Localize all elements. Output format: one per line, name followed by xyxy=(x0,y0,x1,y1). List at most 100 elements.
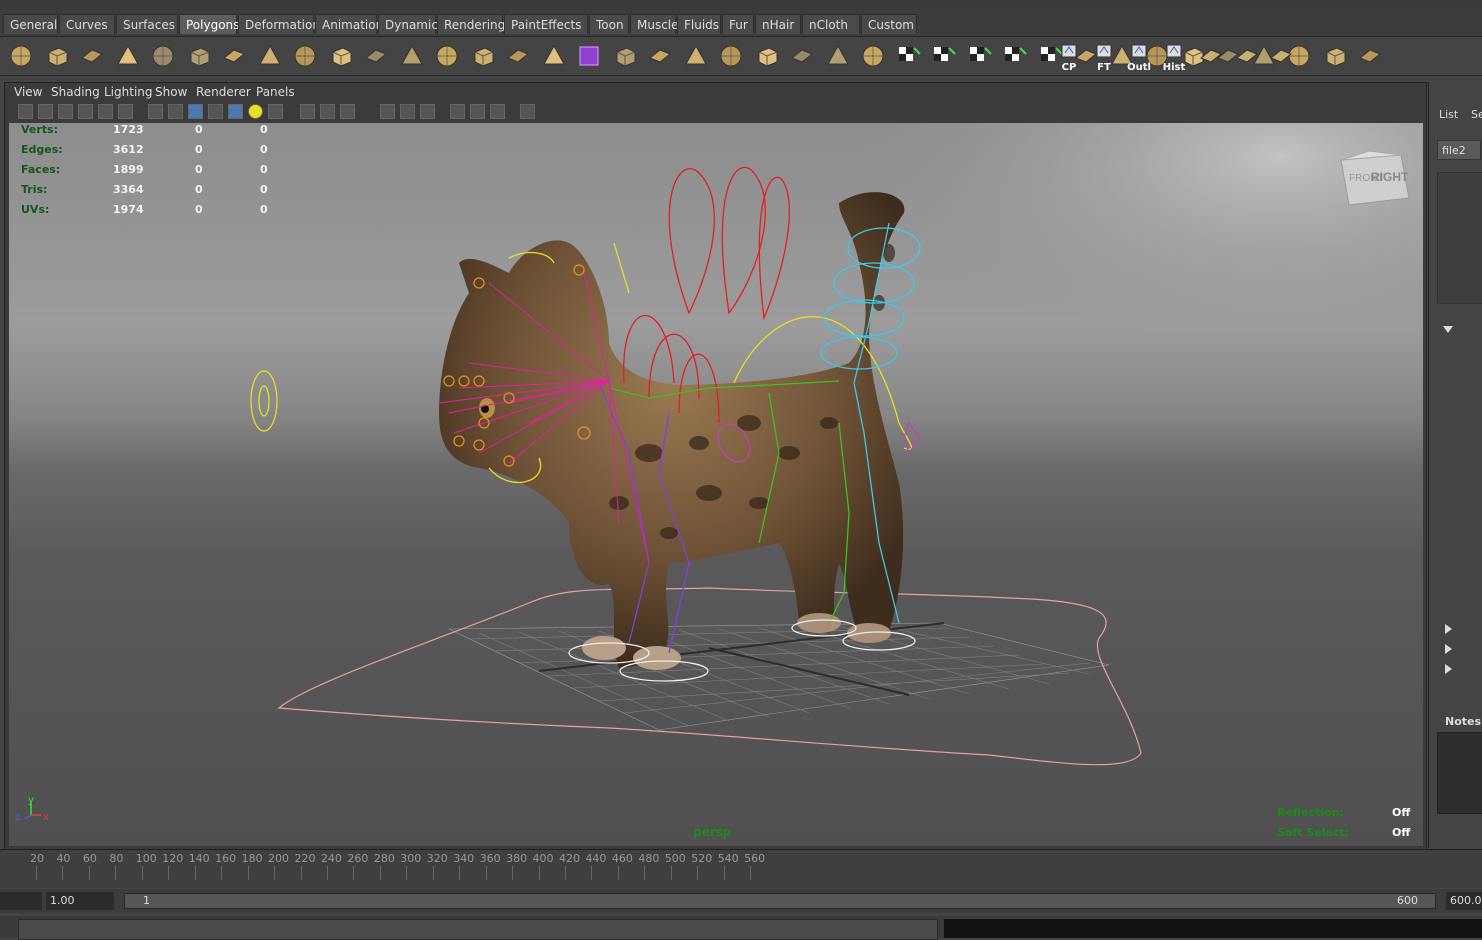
resolution-gate-icon[interactable] xyxy=(148,104,163,119)
image-plane-icon[interactable] xyxy=(78,104,93,119)
list-menu[interactable]: List xyxy=(1439,108,1458,121)
bookmark-icon[interactable] xyxy=(58,104,73,119)
start-time-field[interactable] xyxy=(0,892,42,910)
shelf-tab-rendering[interactable]: Rendering xyxy=(437,14,505,34)
select-only-icon[interactable] xyxy=(450,104,465,119)
bevel-icon[interactable] xyxy=(858,40,888,72)
collapse-arrow-icon[interactable] xyxy=(1443,326,1453,333)
shelf-tab-ncloth[interactable]: nCloth xyxy=(802,14,860,34)
range-end-field[interactable]: 600.00 xyxy=(1446,892,1482,910)
aa-icon[interactable] xyxy=(420,104,435,119)
xray-icon[interactable] xyxy=(300,104,315,119)
cone-icon[interactable] xyxy=(113,40,143,72)
panel-menu-shading[interactable]: Shading xyxy=(51,85,100,99)
file-node-tab[interactable]: file2 xyxy=(1437,140,1481,160)
checker-icon[interactable] xyxy=(1355,40,1385,72)
hist-shelf-button[interactable]: Hist xyxy=(1159,40,1189,73)
boolean-icon[interactable] xyxy=(539,40,569,72)
shelf-tab-toon[interactable]: Toon xyxy=(589,14,629,34)
separate-icon[interactable] xyxy=(361,40,391,72)
wireframe-icon[interactable] xyxy=(168,104,183,119)
expand-arrow-icon[interactable] xyxy=(1445,664,1452,674)
smooth-shade-icon[interactable] xyxy=(188,104,203,119)
wireframe-on-shaded-icon[interactable] xyxy=(208,104,223,119)
shadows-icon[interactable] xyxy=(268,104,283,119)
shelf-tab-painteffects[interactable]: PaintEffects xyxy=(504,14,588,34)
fill-hole-icon[interactable] xyxy=(681,40,711,72)
ao-icon[interactable] xyxy=(380,104,395,119)
append-icon[interactable] xyxy=(645,40,675,72)
uv-layout-icon[interactable] xyxy=(1196,40,1226,72)
collapse-icon[interactable] xyxy=(929,40,959,72)
panel-menu-lighting[interactable]: Lighting xyxy=(104,85,153,99)
perspective-viewport[interactable]: Verts: 1723 0 0 Edges: 3612 0 0 Faces: 1899 0 0 Tris… xyxy=(9,123,1423,846)
insert-edgeloop-icon[interactable] xyxy=(752,40,782,72)
bridge-icon[interactable] xyxy=(610,40,640,72)
camera-attr-icon[interactable] xyxy=(38,104,53,119)
pipe-icon[interactable] xyxy=(255,40,285,72)
panel-menu-show[interactable]: Show xyxy=(155,85,187,99)
smooth-icon[interactable] xyxy=(397,40,427,72)
shelf-tab-fur[interactable]: Fur xyxy=(722,14,754,34)
grid-snap-icon[interactable] xyxy=(1266,40,1296,72)
isolate-icon[interactable] xyxy=(320,104,335,119)
merge-icon[interactable] xyxy=(894,40,924,72)
sphere-icon[interactable] xyxy=(6,40,36,72)
panel-menu-view[interactable]: View xyxy=(14,85,42,99)
range-slider[interactable]: 1 600 xyxy=(124,893,1436,909)
shelf-tab-animation[interactable]: Animation xyxy=(315,14,383,34)
shelf-tab-fluids[interactable]: Fluids xyxy=(677,14,721,34)
uv-transfer-icon[interactable] xyxy=(1232,40,1262,72)
normals-icon[interactable] xyxy=(1320,40,1350,72)
cube-icon[interactable] xyxy=(42,40,72,72)
textured-icon[interactable] xyxy=(228,104,243,119)
slide-edge-icon[interactable] xyxy=(823,40,853,72)
time-slider[interactable]: 20 40 60 80 100 120 140 160 180 200 220 240 260 280 30… xyxy=(0,849,1482,888)
film-gate-icon[interactable] xyxy=(118,104,133,119)
command-input[interactable] xyxy=(18,919,938,940)
expand-arrow-icon[interactable] xyxy=(1445,644,1452,654)
motion-blur-icon[interactable] xyxy=(400,104,415,119)
ft-shelf-button[interactable]: FT xyxy=(1089,40,1119,73)
shelf-tab-custom[interactable]: Custom xyxy=(861,14,917,34)
outliner-shelf-button[interactable]: Outl xyxy=(1124,40,1154,73)
default-lights-icon[interactable] xyxy=(340,104,355,119)
panel-menu-panels[interactable]: Panels xyxy=(256,85,295,99)
prism-icon[interactable] xyxy=(219,40,249,72)
shelf-tab-muscle[interactable]: Muscle xyxy=(630,14,679,34)
wedge-icon[interactable] xyxy=(1000,40,1030,72)
select-camera-icon[interactable] xyxy=(18,104,33,119)
shelf-tab-nhair[interactable]: nHair xyxy=(755,14,801,34)
shelf-tab-deformation[interactable]: Deformation xyxy=(238,14,320,34)
grid-icon[interactable] xyxy=(98,104,113,119)
panel-menu-renderer[interactable]: Renderer xyxy=(196,85,251,99)
shelf-tab-curves[interactable]: Curves xyxy=(59,14,115,34)
range-start-field[interactable]: 1.00 xyxy=(46,892,114,910)
node-icon[interactable] xyxy=(520,104,535,119)
cp-shelf-button[interactable]: CP xyxy=(1054,40,1084,73)
extrude-icon[interactable] xyxy=(574,40,604,72)
plane-icon[interactable] xyxy=(148,40,178,72)
helix-icon[interactable] xyxy=(290,40,320,72)
view-cube[interactable]: FRONT RIGHT xyxy=(1340,150,1410,206)
scene-canvas[interactable]: FRONT RIGHT y z x xyxy=(9,123,1423,846)
combine-icon[interactable] xyxy=(326,40,356,72)
torus-icon[interactable] xyxy=(184,40,214,72)
shelf-tab-surfaces[interactable]: Surfaces xyxy=(116,14,178,34)
panel-layout-icon[interactable] xyxy=(490,104,505,119)
mirror-icon[interactable] xyxy=(468,40,498,72)
extract-icon[interactable] xyxy=(503,40,533,72)
shelf-tab-dynamics[interactable]: Dynamics xyxy=(378,14,444,34)
notes-field[interactable] xyxy=(1437,732,1482,814)
poke-icon[interactable] xyxy=(965,40,995,72)
selected-menu[interactable]: Se xyxy=(1471,108,1482,121)
shelf-tab-polygons[interactable]: Polygons xyxy=(179,14,239,34)
average-icon[interactable] xyxy=(432,40,462,72)
lights-icon[interactable] xyxy=(248,104,263,119)
cylinder-icon[interactable] xyxy=(77,40,107,72)
offset-edgeloop-icon[interactable] xyxy=(787,40,817,72)
split-icon[interactable] xyxy=(716,40,746,72)
snapshot-icon[interactable] xyxy=(470,104,485,119)
expand-arrow-icon[interactable] xyxy=(1445,624,1452,634)
shelf-tab-general[interactable]: General xyxy=(3,14,58,34)
